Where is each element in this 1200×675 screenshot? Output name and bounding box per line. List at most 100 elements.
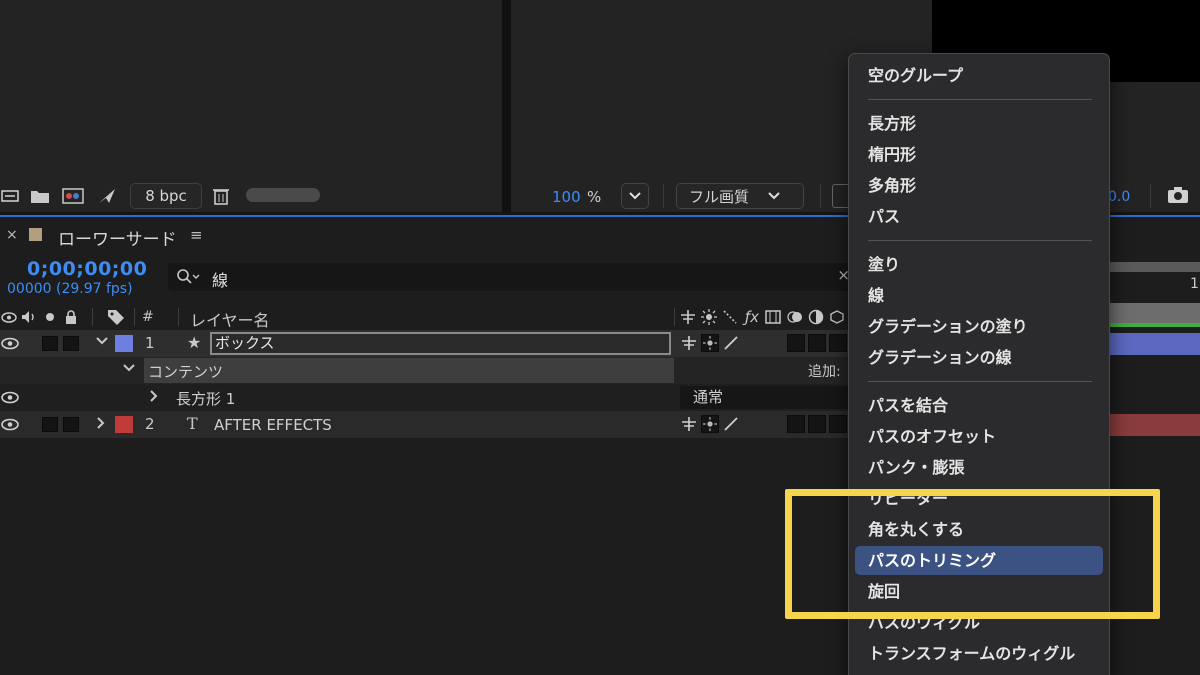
solo-toggle[interactable]	[42, 417, 58, 432]
layer-row[interactable]: 1 ★ ボックス	[0, 330, 850, 357]
resolution-label: フル画質	[689, 187, 750, 206]
layer-row[interactable]: 2 T AFTER EFFECTS	[0, 411, 850, 438]
adjustment-layer-icon[interactable]	[807, 308, 825, 326]
layer-name[interactable]: AFTER EFFECTS	[214, 416, 332, 434]
label-tag-icon[interactable]	[106, 308, 126, 326]
timeline-graph-area[interactable]	[1110, 217, 1200, 675]
frame-blend-icon[interactable]	[764, 308, 782, 326]
menu-item-wiggle-transform[interactable]: トランスフォームのウィグル	[855, 639, 1103, 668]
current-timecode[interactable]: 0;00;00;00	[27, 258, 147, 280]
collapse-switch-icon[interactable]	[700, 308, 718, 326]
frame-count: 00000 (29.97 fps)	[7, 281, 133, 297]
adjustment-toggle[interactable]	[808, 415, 826, 433]
audio-icon[interactable]	[20, 308, 38, 326]
layer-2-duration-bar[interactable]	[1110, 414, 1200, 436]
close-icon[interactable]: ×	[6, 227, 18, 243]
motion-blur-toggle[interactable]	[787, 334, 805, 352]
quality-switch-icon[interactable]	[722, 415, 740, 433]
shy-switch-icon[interactable]	[680, 415, 698, 433]
layer-name-edit-field[interactable]: ボックス	[210, 332, 671, 355]
chevron-down-icon[interactable]	[95, 335, 109, 351]
menu-item-round-corners[interactable]: 角を丸くする	[855, 515, 1103, 544]
folder-icon[interactable]	[29, 186, 51, 206]
menu-separator	[868, 99, 1092, 100]
column-divider[interactable]	[92, 308, 93, 326]
timeline-tab-title[interactable]: ローワーサード	[58, 225, 177, 250]
collapse-switch-icon[interactable]	[701, 334, 719, 352]
solo-toggle[interactable]	[42, 336, 58, 351]
zoom-value[interactable]: 100	[552, 188, 581, 206]
chevron-down-icon[interactable]	[122, 362, 136, 378]
snapshot-camera-icon[interactable]	[1166, 185, 1190, 207]
panel-divider[interactable]	[502, 0, 511, 212]
contents-label: コンテンツ	[148, 363, 224, 381]
layer-color-label[interactable]	[115, 416, 133, 433]
trash-icon[interactable]	[210, 186, 232, 206]
rectangle-group-row[interactable]: 長方形 1 通常	[0, 384, 850, 411]
solo-icon[interactable]	[42, 308, 58, 326]
chevron-right-icon[interactable]	[148, 389, 160, 407]
shy-switch-icon[interactable]	[679, 308, 697, 326]
adjustment-toggle[interactable]	[808, 334, 826, 352]
menu-item-repeater[interactable]: リピーター	[855, 484, 1103, 513]
panel-menu-icon[interactable]: ≡	[190, 226, 203, 244]
3d-toggle[interactable]	[829, 415, 847, 433]
eye-icon[interactable]	[0, 308, 18, 326]
composition-icon[interactable]	[62, 186, 84, 206]
quality-switch-icon[interactable]	[722, 334, 740, 352]
motion-blur-icon[interactable]	[786, 308, 804, 326]
resolution-dropdown[interactable]: フル画質	[676, 183, 804, 209]
thumbnail-slider[interactable]	[246, 188, 320, 202]
3d-toggle[interactable]	[829, 334, 847, 352]
eye-icon[interactable]	[1, 337, 19, 350]
menu-item-ellipse[interactable]: 楕円形	[855, 140, 1103, 169]
time-navigator[interactable]	[1110, 303, 1200, 323]
add-label[interactable]: 追加:	[808, 361, 841, 381]
search-icon[interactable]	[176, 268, 200, 286]
menu-item-polygon[interactable]: 多角形	[855, 171, 1103, 200]
lock-toggle[interactable]	[63, 417, 79, 432]
menu-item-trim-paths[interactable]: パスのトリミング	[855, 546, 1103, 575]
menu-item-offset-paths[interactable]: パスのオフセット	[855, 422, 1103, 451]
zoom-dropdown-button[interactable]	[621, 183, 649, 209]
menu-item-gradient-fill[interactable]: グラデーションの塗り	[855, 312, 1103, 341]
collapse-switch-icon[interactable]	[701, 415, 719, 433]
exposure-value[interactable]: 0.0	[1108, 189, 1130, 205]
layer-1-duration-bar[interactable]	[1110, 333, 1200, 355]
quality-switch-icon[interactable]	[721, 308, 739, 326]
blend-mode-select[interactable]: 通常	[680, 386, 850, 409]
menu-item-stroke[interactable]: 線	[855, 281, 1103, 310]
3d-layer-icon[interactable]	[829, 308, 845, 326]
contents-highlight	[144, 358, 674, 383]
menu-separator	[868, 381, 1092, 382]
shy-switch-icon[interactable]	[680, 334, 698, 352]
menu-item-fill[interactable]: 塗り	[855, 250, 1103, 279]
effects-fx-icon[interactable]: ƒx	[743, 308, 761, 326]
motion-blur-toggle[interactable]	[787, 415, 805, 433]
lock-icon[interactable]	[63, 308, 79, 326]
menu-item-empty-group[interactable]: 空のグループ	[855, 61, 1103, 90]
chevron-right-icon[interactable]	[95, 416, 107, 434]
menu-item-pucker-bloat[interactable]: パンク・膨張	[855, 453, 1103, 482]
toolbar-divider	[820, 184, 821, 208]
menu-item-wiggle-paths[interactable]: パスのウィグル	[855, 608, 1103, 637]
menu-item-path[interactable]: パス	[855, 202, 1103, 231]
menu-item-twist[interactable]: 旋回	[855, 577, 1103, 606]
lock-toggle[interactable]	[63, 336, 79, 351]
contents-group-row[interactable]: コンテンツ 追加:	[0, 357, 850, 384]
work-area-bar[interactable]	[1110, 262, 1200, 272]
menu-item-gradient-stroke[interactable]: グラデーションの線	[855, 343, 1103, 372]
render-rocket-icon[interactable]	[96, 186, 118, 206]
column-divider[interactable]	[134, 308, 135, 326]
column-divider[interactable]	[178, 308, 179, 326]
column-layer-name-header[interactable]: レイヤー名	[190, 307, 270, 331]
layer-search-input[interactable]: 線 ×	[168, 263, 856, 291]
layer-color-label[interactable]	[115, 335, 133, 352]
bit-depth-button[interactable]: 8 bpc	[130, 183, 202, 209]
menu-item-rectangle[interactable]: 長方形	[855, 109, 1103, 138]
eye-icon[interactable]	[1, 418, 19, 431]
menu-item-merge-paths[interactable]: パスを結合	[855, 391, 1103, 420]
eye-icon[interactable]	[1, 391, 19, 404]
column-divider[interactable]	[674, 308, 675, 326]
flowchart-icon[interactable]	[0, 186, 22, 206]
